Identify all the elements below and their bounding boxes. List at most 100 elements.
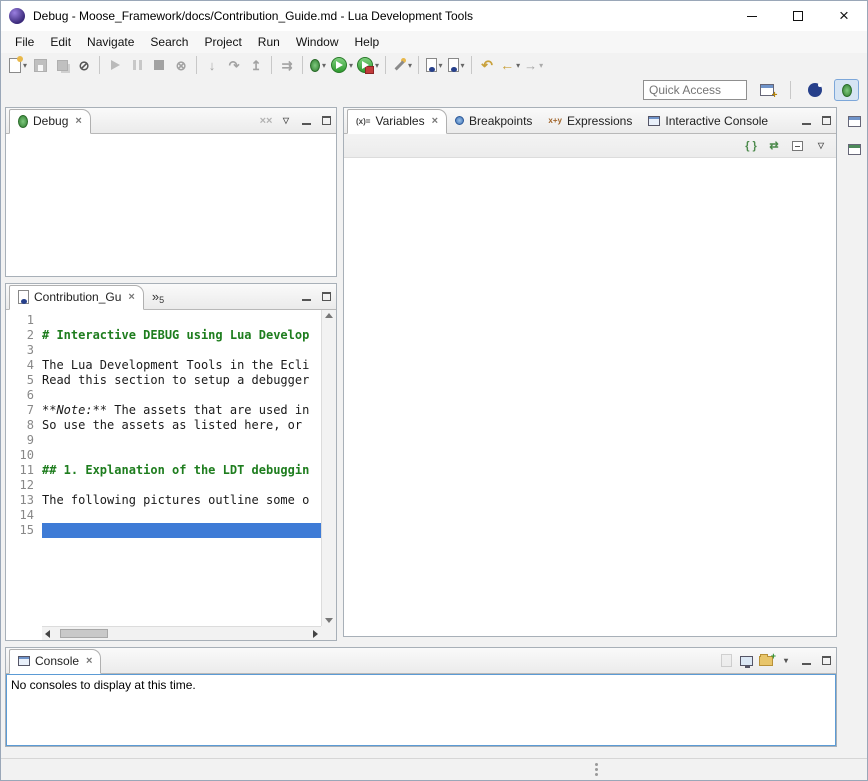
- tab-variables[interactable]: (x)=Variables×: [347, 109, 447, 134]
- close-tab-icon[interactable]: ×: [128, 291, 134, 303]
- step-over-button[interactable]: ↷: [223, 54, 245, 76]
- save-button[interactable]: [29, 54, 51, 76]
- maximize-view-button[interactable]: [816, 112, 836, 130]
- new-lua-project-button[interactable]: ▾: [445, 54, 467, 76]
- debug-button[interactable]: ▾: [307, 54, 329, 76]
- skip-all-breakpoints-button[interactable]: ⊘: [73, 54, 95, 76]
- collapse-all-button[interactable]: [788, 137, 806, 155]
- minimize-window-button[interactable]: [729, 1, 775, 31]
- new-lua-project-button-dropdown[interactable]: ▾: [461, 61, 465, 70]
- code-line-4: The Lua Development Tools in the Ecli: [42, 358, 321, 373]
- menu-window[interactable]: Window: [288, 32, 347, 52]
- back-button-dropdown[interactable]: ▾: [516, 61, 520, 70]
- resume-button[interactable]: [104, 54, 126, 76]
- debug-button-dropdown[interactable]: ▾: [322, 61, 326, 70]
- forward-button-dropdown[interactable]: ▾: [539, 61, 543, 70]
- save-all-button[interactable]: [51, 54, 73, 76]
- use-step-filters-button[interactable]: ⇉: [276, 54, 298, 76]
- external-tools-button-dropdown[interactable]: ▾: [375, 61, 379, 70]
- horizontal-scrollbar[interactable]: [42, 626, 321, 640]
- scroll-left-icon[interactable]: [45, 630, 50, 638]
- menu-help[interactable]: Help: [347, 32, 388, 52]
- minimized-view-button-1[interactable]: [845, 111, 865, 131]
- line-number: 12: [6, 478, 42, 493]
- close-tab-icon[interactable]: ×: [432, 115, 438, 127]
- maximize-view-button[interactable]: [316, 112, 336, 130]
- menu-project[interactable]: Project: [196, 32, 249, 52]
- suspend-button[interactable]: [126, 54, 148, 76]
- new-lua-file-button[interactable]: ▾: [423, 54, 445, 76]
- terminate-button[interactable]: [148, 54, 170, 76]
- maximize-icon: [822, 116, 831, 125]
- minimize-view-button[interactable]: [796, 112, 816, 130]
- menu-navigate[interactable]: Navigate: [79, 32, 142, 52]
- lua-perspective-button[interactable]: [802, 79, 827, 101]
- code-area[interactable]: # Interactive DEBUG using Lua Develop The…: [42, 310, 321, 626]
- markdown-heading-text: # Interactive DEBUG using Lua Develop: [42, 328, 309, 342]
- tab-interactive-console[interactable]: Interactive Console: [640, 108, 776, 133]
- resume-icon: [111, 60, 120, 70]
- forward-button[interactable]: →▾: [522, 54, 545, 76]
- search-button[interactable]: ▾: [390, 54, 414, 76]
- scroll-up-icon[interactable]: [325, 313, 333, 318]
- external-tools-button[interactable]: ▾: [355, 54, 381, 76]
- step-into-button[interactable]: ↓: [201, 54, 223, 76]
- view-menu-button[interactable]: ▽: [811, 137, 831, 155]
- line-number: 6: [6, 388, 42, 403]
- line-number: 5: [6, 373, 42, 388]
- back-button[interactable]: ←▾: [498, 54, 522, 76]
- close-tab-icon[interactable]: ×: [86, 655, 92, 667]
- minimize-view-button[interactable]: [296, 112, 316, 130]
- debug-perspective-button[interactable]: [834, 79, 859, 101]
- search-button-dropdown[interactable]: ▾: [408, 61, 412, 70]
- minimized-view-button-2[interactable]: [845, 139, 865, 159]
- step-return-button[interactable]: ↥: [245, 54, 267, 76]
- window-controls: ×: [729, 1, 867, 31]
- tab-console[interactable]: Console ×: [9, 649, 101, 674]
- scroll-right-icon[interactable]: [313, 630, 318, 638]
- markdown-heading-text: ## 1. Explanation of the LDT debuggin: [42, 463, 309, 477]
- maximize-view-button[interactable]: [816, 652, 836, 670]
- line-number: 1: [6, 313, 42, 328]
- disconnect-icon: ⊗: [176, 59, 187, 72]
- maximize-icon: [822, 656, 831, 665]
- new-lua-file-button-dropdown[interactable]: ▾: [439, 61, 443, 70]
- scroll-down-icon[interactable]: [325, 618, 333, 623]
- maximize-view-button[interactable]: [316, 288, 336, 306]
- minimize-view-button[interactable]: [796, 652, 816, 670]
- open-perspective-button[interactable]: [754, 79, 779, 101]
- menu-run[interactable]: Run: [250, 32, 288, 52]
- maximize-window-button[interactable]: [775, 1, 821, 31]
- run-button[interactable]: ▾: [329, 54, 355, 76]
- trim-drag-handle[interactable]: [595, 763, 598, 766]
- code-text: So use the assets as listed here, or: [42, 418, 309, 432]
- menu-search[interactable]: Search: [142, 32, 196, 52]
- horizontal-scroll-thumb[interactable]: [60, 629, 108, 638]
- tab-debug[interactable]: Debug ×: [9, 109, 91, 134]
- minimize-view-button[interactable]: [296, 288, 316, 306]
- new-wizard-button-dropdown[interactable]: ▾: [23, 61, 27, 70]
- menu-edit[interactable]: Edit: [42, 32, 79, 52]
- menu-file[interactable]: File: [7, 32, 42, 52]
- remove-all-terminated-button[interactable]: ××: [256, 112, 276, 130]
- quick-access-input[interactable]: [643, 80, 747, 100]
- display-selected-console-button[interactable]: [736, 652, 756, 670]
- vertical-scrollbar[interactable]: [321, 310, 336, 626]
- link-with-debug-view-button[interactable]: ⇄: [765, 137, 783, 155]
- open-console-dropdown[interactable]: ▾: [776, 652, 796, 670]
- disconnect-button[interactable]: ⊗: [170, 54, 192, 76]
- view-menu-button[interactable]: ▽: [276, 112, 296, 130]
- close-window-button[interactable]: ×: [821, 1, 867, 31]
- tab-breakpoints[interactable]: Breakpoints: [447, 108, 540, 133]
- editor-tab-overflow-button[interactable]: »5: [144, 288, 172, 305]
- last-edit-location-button[interactable]: ↶: [476, 54, 498, 76]
- editor-tab-contribution-guide[interactable]: Contribution_Gu ×: [9, 285, 144, 310]
- run-button-dropdown[interactable]: ▾: [349, 61, 353, 70]
- open-console-button[interactable]: [756, 652, 776, 670]
- pin-console-button[interactable]: [716, 652, 736, 670]
- close-tab-icon[interactable]: ×: [75, 115, 81, 127]
- show-logical-structure-button[interactable]: { }: [742, 137, 760, 155]
- toolbar-separator: [385, 56, 386, 74]
- new-wizard-button[interactable]: ▾: [7, 54, 29, 76]
- tab-expressions[interactable]: x+yExpressions: [540, 108, 640, 133]
